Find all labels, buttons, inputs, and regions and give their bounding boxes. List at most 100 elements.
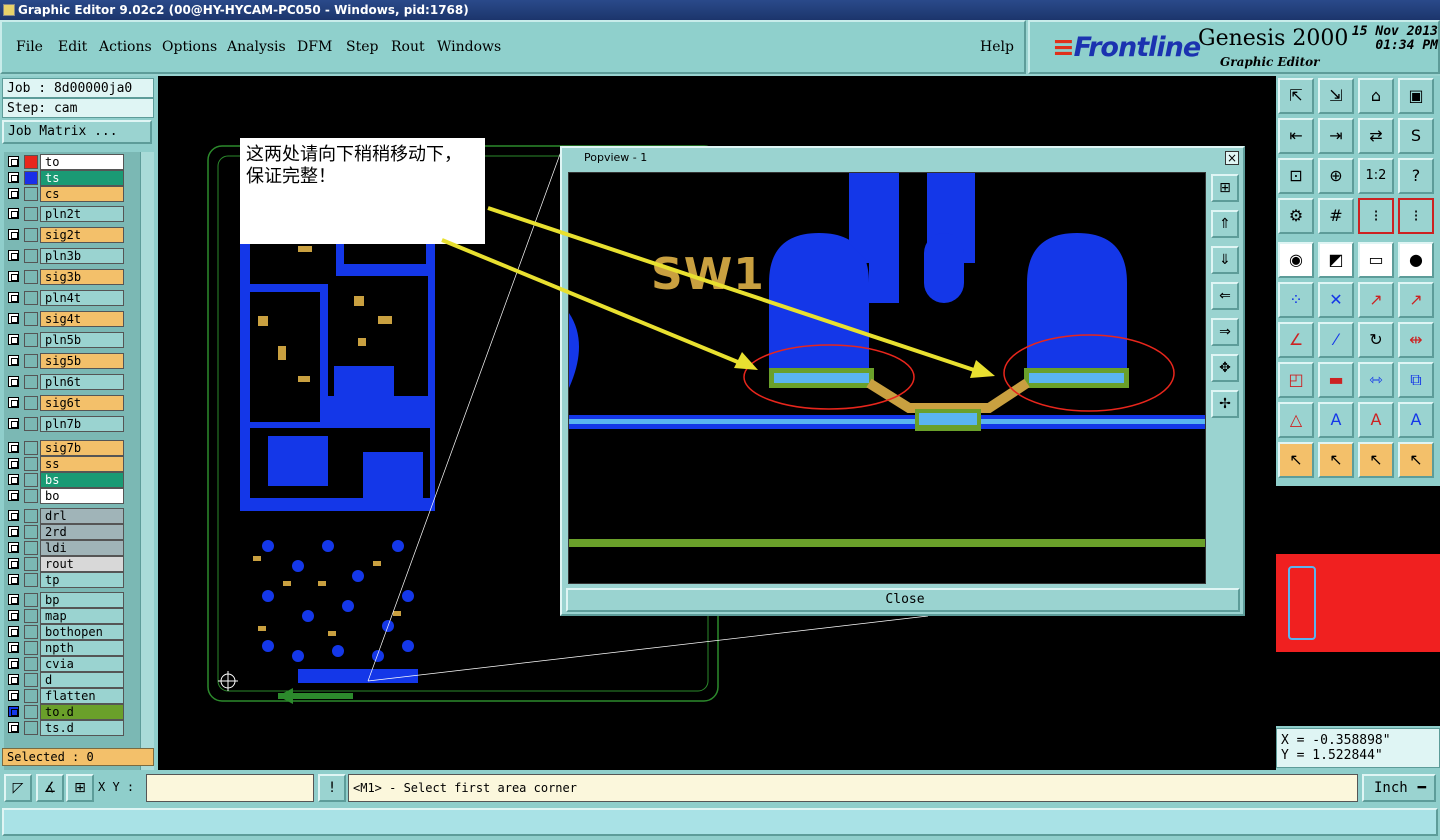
layer-checkbox[interactable] (8, 355, 19, 366)
layer-checkbox[interactable] (8, 458, 19, 469)
layer-name[interactable]: d (40, 672, 124, 688)
layer-checkbox[interactable] (8, 292, 19, 303)
layer-name[interactable]: ts.d (40, 720, 124, 736)
layer-color-swatch[interactable] (24, 573, 38, 587)
arch2-icon[interactable]: A (1398, 402, 1434, 438)
layer-checkbox[interactable] (8, 542, 19, 553)
popview-close-button[interactable]: Close (566, 588, 1240, 612)
layer-name[interactable]: sig4t (40, 311, 124, 327)
layer-checkbox[interactable] (8, 722, 19, 733)
layer-row[interactable]: bp (4, 592, 140, 608)
layer-name[interactable]: pln7b (40, 416, 124, 432)
layer-row[interactable]: rout (4, 556, 140, 572)
layer-name[interactable]: ldi (40, 540, 124, 556)
layer-color-swatch[interactable] (24, 291, 38, 305)
layer-checkbox[interactable] (8, 172, 19, 183)
layer-row[interactable]: tp (4, 572, 140, 588)
layer-color-swatch[interactable] (24, 155, 38, 169)
menu-windows[interactable]: Windows (437, 39, 501, 55)
layer-color-swatch[interactable] (24, 721, 38, 735)
flip-icon[interactable]: ⇹ (1398, 322, 1434, 358)
layer-color-swatch[interactable] (24, 417, 38, 431)
layer-checkbox[interactable] (8, 642, 19, 653)
save-icon[interactable]: ⇲ (1318, 78, 1354, 114)
layer-checkbox[interactable] (8, 418, 19, 429)
cross-icon[interactable]: ✕ (1318, 282, 1354, 318)
layer-checkbox[interactable] (8, 334, 19, 345)
layer-color-swatch[interactable] (24, 228, 38, 242)
help-icon[interactable]: ? (1398, 158, 1434, 194)
layer-name[interactable]: pln2t (40, 206, 124, 222)
group-icon[interactable]: ⧉ (1398, 362, 1434, 398)
menu-analysis[interactable]: Analysis (227, 39, 286, 55)
grid-icon[interactable]: # (1318, 198, 1354, 234)
layer-color-swatch[interactable] (24, 270, 38, 284)
layer-color-swatch[interactable] (24, 333, 38, 347)
layer-checkbox[interactable] (8, 610, 19, 621)
layer-name[interactable]: bs (40, 472, 124, 488)
pad-tool-icon[interactable]: ◉ (1278, 242, 1314, 278)
overview-map[interactable] (1276, 486, 1440, 726)
layer-color-swatch[interactable] (24, 509, 38, 523)
layer-row[interactable]: ldi (4, 540, 140, 556)
layer-checkbox[interactable] (8, 271, 19, 282)
menu-rout[interactable]: Rout (391, 39, 425, 55)
open-job-icon[interactable]: ⇱ (1278, 78, 1314, 114)
layer-checkbox[interactable] (8, 250, 19, 261)
menu-help[interactable]: Help (980, 39, 1014, 55)
grid-snap-icon[interactable]: ⊞ (66, 774, 94, 802)
pan-left-tool-icon[interactable]: ⇤ (1278, 118, 1314, 154)
layer-name[interactable]: bo (40, 488, 124, 504)
layer-checkbox[interactable] (8, 188, 19, 199)
layer-row[interactable]: npth (4, 640, 140, 656)
layer-checkbox[interactable] (8, 626, 19, 637)
zoom-out-icon[interactable]: ✢ (1211, 390, 1239, 418)
layer-row[interactable]: ts (4, 170, 140, 186)
layer-color-swatch[interactable] (24, 541, 38, 555)
pan-right-tool-icon[interactable]: ⇥ (1318, 118, 1354, 154)
move-icon[interactable]: ↗ (1358, 282, 1394, 318)
layer-name[interactable]: ts (40, 170, 124, 186)
layer-row[interactable]: bothopen (4, 624, 140, 640)
menu-options[interactable]: Options (162, 39, 217, 55)
layer-color-swatch[interactable] (24, 354, 38, 368)
measure-icon[interactable]: ⇿ (1358, 362, 1394, 398)
layer-row[interactable]: sig4t (4, 311, 140, 327)
layer-color-swatch[interactable] (24, 207, 38, 221)
menu-edit[interactable]: Edit (58, 39, 87, 55)
xy-input[interactable] (146, 774, 314, 802)
layer-checkbox[interactable] (8, 474, 19, 485)
home-icon[interactable]: ⌂ (1358, 78, 1394, 114)
pan-left-icon[interactable]: ⇐ (1211, 282, 1239, 310)
layer-row[interactable]: pln4t (4, 290, 140, 306)
menu-dfm[interactable]: DFM (297, 39, 332, 55)
layer-color-swatch[interactable] (24, 525, 38, 539)
mirror-icon[interactable]: ⇄ (1358, 118, 1394, 154)
zoom-fit-icon[interactable]: ⊡ (1278, 158, 1314, 194)
settings-icon[interactable]: ⚙ (1278, 198, 1314, 234)
pan-right-icon[interactable]: ⇒ (1211, 318, 1239, 346)
layer-color-swatch[interactable] (24, 657, 38, 671)
layer-color-swatch[interactable] (24, 396, 38, 410)
layer-name[interactable]: bp (40, 592, 124, 608)
layer-row[interactable]: pln7b (4, 416, 140, 432)
layer-name[interactable]: sig6t (40, 395, 124, 411)
layer-color-swatch[interactable] (24, 609, 38, 623)
ruler-icon[interactable]: ▭ (1358, 242, 1394, 278)
zoom-in-icon[interactable]: ✥ (1211, 354, 1239, 382)
layer-name[interactable]: 2rd (40, 524, 124, 540)
layer-row[interactable]: cvia (4, 656, 140, 672)
layer-color-swatch[interactable] (24, 187, 38, 201)
layer-color-swatch[interactable] (24, 593, 38, 607)
layer-row[interactable]: drl (4, 508, 140, 524)
layer-name[interactable]: sig7b (40, 440, 124, 456)
job-matrix-button[interactable]: Job Matrix ... (2, 120, 152, 144)
layer-color-swatch[interactable] (24, 689, 38, 703)
layer-checkbox[interactable] (8, 674, 19, 685)
layer-color-swatch[interactable] (24, 457, 38, 471)
layer-checkbox[interactable] (8, 376, 19, 387)
layer-row[interactable]: sig2t (4, 227, 140, 243)
layer-checkbox[interactable] (8, 442, 19, 453)
net2-icon[interactable]: ⁝ (1398, 198, 1434, 234)
layer-color-swatch[interactable] (24, 489, 38, 503)
